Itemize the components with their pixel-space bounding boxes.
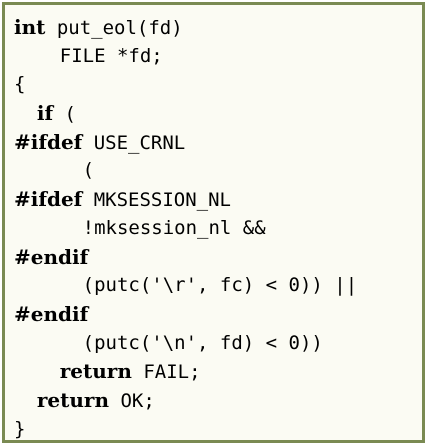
preprocessor-directive: #endif (14, 244, 89, 269)
code-text: USE_CRNL (82, 131, 186, 154)
code-text: OK; (109, 389, 155, 412)
code-listing-frame: int put_eol(fd) FILE *fd; { if ( #ifdef … (2, 2, 425, 443)
code-text: ( (53, 103, 76, 126)
keyword: if (36, 101, 54, 126)
code-text: FILE *fd; (59, 44, 163, 67)
code-text: (putc('\r', fc) < 0)) || (82, 274, 358, 297)
code-line: !mksession_nl && (14, 214, 357, 243)
code-text: { (14, 73, 26, 96)
code-text: (putc('\n', fd) < 0)) (82, 331, 323, 354)
code-line: { (14, 70, 357, 99)
keyword: return (59, 359, 132, 384)
keyword: return (36, 387, 110, 412)
preprocessor-directive: #endif (14, 301, 89, 326)
code-line: (putc('\n', fd) < 0)) (14, 329, 357, 358)
preprocessor-directive: #ifdef (14, 129, 83, 154)
code-line: #ifdef USE_CRNL (14, 128, 357, 157)
code-line: #endif (14, 300, 357, 329)
code-line: FILE *fd; (14, 42, 357, 71)
code-line: #ifdef MKSESSION_NL (14, 185, 357, 214)
keyword: int (14, 15, 46, 39)
code-listing: int put_eol(fd) FILE *fd; { if ( #ifdef … (14, 13, 357, 443)
code-line: return FAIL; (14, 357, 357, 386)
code-text: put_eol(fd) (45, 17, 183, 39)
code-text: MKSESSION_NL (82, 189, 231, 212)
code-text: FAIL; (131, 361, 201, 384)
code-text: !mksession_nl && (82, 216, 266, 239)
code-text: ( (59, 159, 95, 182)
code-line: (putc('\r', fc) < 0)) || (14, 271, 358, 300)
code-line: } (14, 415, 357, 444)
code-line: return OK; (14, 386, 357, 415)
code-text: } (14, 417, 26, 440)
code-line: if ( (14, 99, 357, 128)
code-line: #endif (14, 243, 357, 272)
preprocessor-directive: #ifdef (14, 187, 83, 212)
code-line: ( (14, 156, 357, 185)
code-line: int put_eol(fd) (14, 13, 357, 42)
